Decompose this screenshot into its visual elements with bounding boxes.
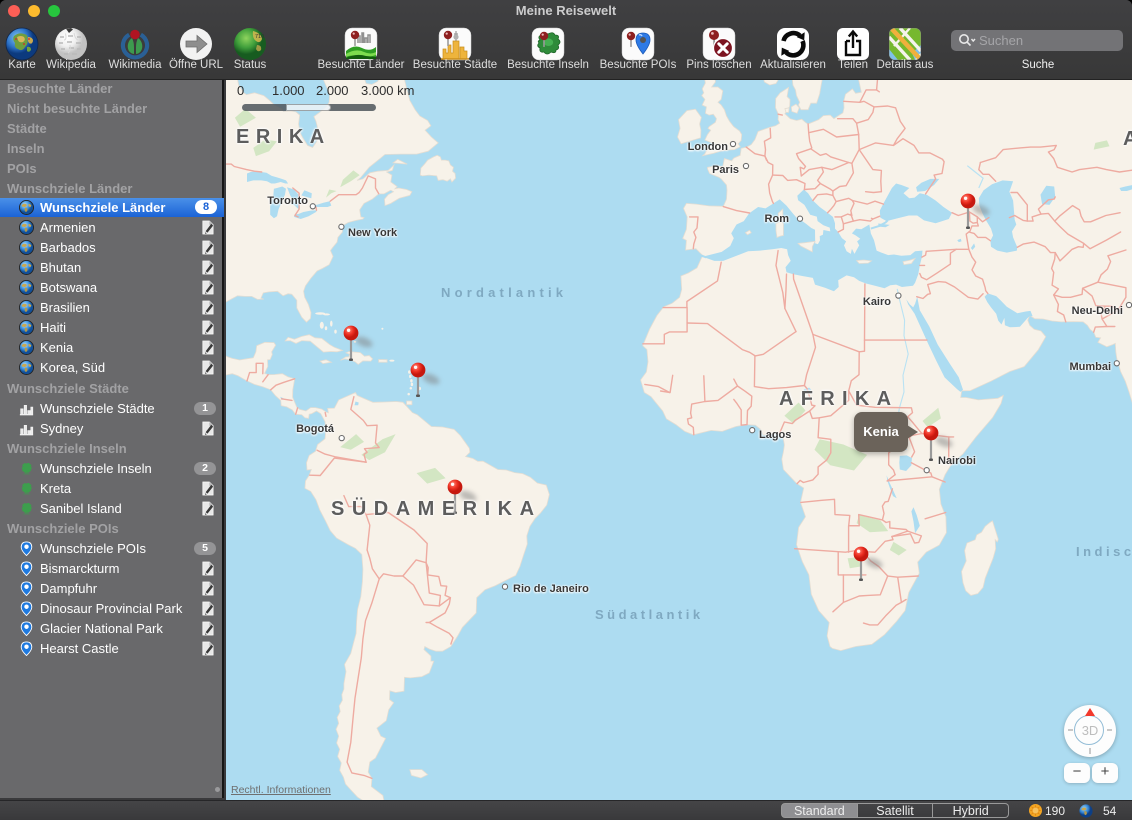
svg-text:710: 710 — [255, 34, 264, 40]
